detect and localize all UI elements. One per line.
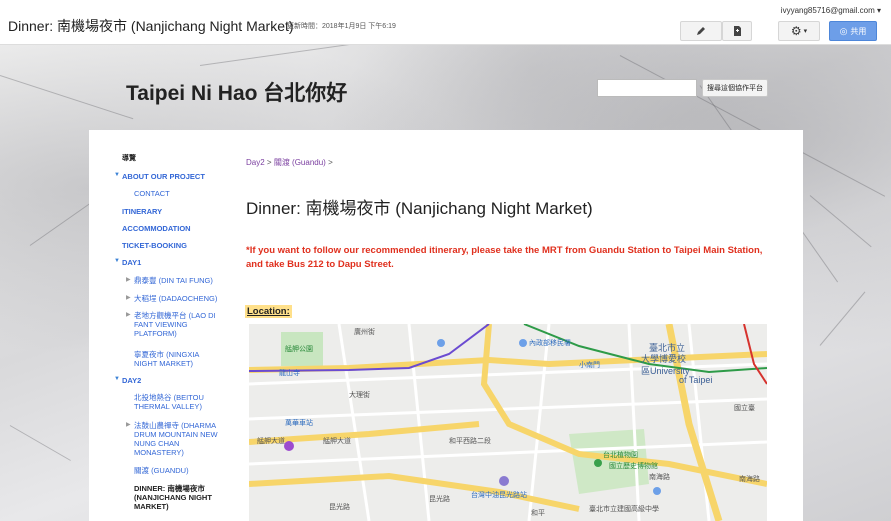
collapse-triangle-icon[interactable]: ▼: [114, 258, 120, 264]
new-page-button[interactable]: [722, 21, 752, 41]
sidebar-item-itinerary[interactable]: ITINERARY: [122, 207, 162, 216]
embedded-map[interactable]: 廣州街 內政部移民署 臺北市立 大學博愛校 區University of Tai…: [249, 324, 767, 521]
map-label: 艋舺公園: [285, 346, 313, 353]
sidebar-heading: 導覽: [122, 155, 136, 162]
account-menu[interactable]: ivyyang85716@gmail.com ▾: [781, 6, 881, 15]
edit-page-button[interactable]: [680, 21, 722, 41]
page-name: Dinner: 南機場夜市 (Nanjichang Night Market): [8, 18, 294, 34]
new-page-icon: [733, 26, 741, 36]
map-label: of Taipei: [679, 375, 713, 385]
sidebar-item-din-tai-fung[interactable]: 鼎泰豐 (DIN TAI FUNG): [134, 276, 229, 285]
sidebar-item-ningxia[interactable]: 寧夏夜市 (NINGXIA NIGHT MARKET): [134, 350, 224, 368]
map-label: 南海路: [739, 476, 760, 483]
breadcrumb: Day2 > 關渡 (Guandu) >: [246, 157, 333, 168]
map-label: 和平: [531, 510, 545, 517]
sidebar-item-contact[interactable]: CONTACT: [134, 189, 170, 198]
collapse-triangle-icon[interactable]: ▼: [114, 172, 120, 178]
sidebar-item-day2[interactable]: DAY2: [122, 376, 141, 385]
chevron-down-icon: ▾: [803, 28, 808, 35]
share-label: 共用: [850, 26, 867, 36]
map-label: 大理街: [349, 392, 370, 399]
map-label: 小南門: [579, 362, 600, 369]
share-button[interactable]: ◎ 共用: [829, 21, 877, 41]
map-label: 臺北市立建國高級中學: [589, 506, 659, 513]
map-label: 萬華車站: [285, 420, 313, 427]
map-label: 台北植物園: [603, 452, 638, 459]
map-label: 內政部移民署: [529, 340, 571, 347]
itinerary-note: *If you want to follow our recommended i…: [246, 245, 763, 270]
map-label: 廣州街: [354, 329, 375, 336]
page-title: Dinner: 南機場夜市 (Nanjichang Night Market): [246, 199, 593, 218]
sidebar-item-accommodation[interactable]: ACCOMMODATION: [122, 224, 191, 233]
sidebar-item-beitou[interactable]: 北投地熱谷 (BEITOU THERMAL VALLEY): [134, 393, 224, 411]
breadcrumb-separator: >: [266, 158, 272, 167]
account-email: ivyyang85716@gmail.com: [780, 6, 875, 15]
site-search-button[interactable]: 搜尋這個協作平台: [702, 79, 768, 97]
sites-toolbar: Dinner: 南機場夜市 (Nanjichang Night Market) …: [0, 0, 891, 45]
breadcrumb-link-day2[interactable]: Day2: [246, 158, 265, 167]
sidebar-item-guandu[interactable]: 關渡 (GUANDU): [134, 466, 224, 475]
breadcrumb-separator: >: [328, 158, 333, 167]
sidebar-item-about[interactable]: ABOUT OUR PROJECT: [122, 172, 205, 181]
globe-icon: ◎: [839, 25, 848, 36]
site-title[interactable]: Taipei Ni Hao 台北你好: [126, 77, 347, 107]
map-label: 國立臺: [734, 405, 755, 412]
map-label: 艋舺大道: [323, 438, 351, 445]
settings-button[interactable]: ⚙ ▾: [778, 21, 820, 41]
map-label: 和平西路二段: [449, 438, 491, 445]
sidebar-item-current-page[interactable]: DINNER: 南機場夜市 (NANJICHANG NIGHT MARKET): [134, 484, 224, 511]
map-label: 艋舺大道: [257, 438, 285, 445]
sidebar-item-dadaocheng[interactable]: 大稻埕 (DADAOCHENG): [134, 294, 229, 303]
expand-triangle-icon[interactable]: ▶: [126, 294, 131, 301]
sidebar-item-ticket-booking[interactable]: TICKET-BOOKING: [122, 241, 187, 250]
pencil-icon: [697, 27, 705, 35]
last-updated: 更新時間：2018年1月9日 下午6:19: [287, 23, 396, 30]
location-heading: Location:: [245, 305, 292, 318]
map-label: 國立歷史博物館: [609, 463, 658, 470]
sidebar-item-dharma-drum[interactable]: 法鼓山農禪寺 (DHARMA DRUM MOUNTAIN NEW NUNG CH…: [134, 421, 224, 457]
collapse-triangle-icon[interactable]: ▼: [114, 376, 120, 382]
site-search-input[interactable]: [597, 79, 697, 97]
map-label: 龍山寺: [279, 370, 300, 377]
map-label: 昆光路: [429, 496, 450, 503]
breadcrumb-link-guandu[interactable]: 關渡 (Guandu): [274, 158, 326, 167]
expand-triangle-icon[interactable]: ▶: [126, 276, 131, 283]
sidebar-item-lao-di-fant[interactable]: 老地方觀機平台 (LAO DI FANT VIEWING PLATFORM): [134, 311, 224, 338]
gear-icon: ⚙: [790, 24, 802, 38]
expand-triangle-icon[interactable]: ▶: [126, 421, 131, 428]
map-label: 台灣中油昆光路站: [471, 492, 527, 499]
map-label: 南海路: [649, 474, 670, 481]
sidebar-item-day1[interactable]: DAY1: [122, 258, 141, 267]
map-label: 昆光路: [329, 504, 350, 511]
expand-triangle-icon[interactable]: ▶: [126, 311, 131, 318]
